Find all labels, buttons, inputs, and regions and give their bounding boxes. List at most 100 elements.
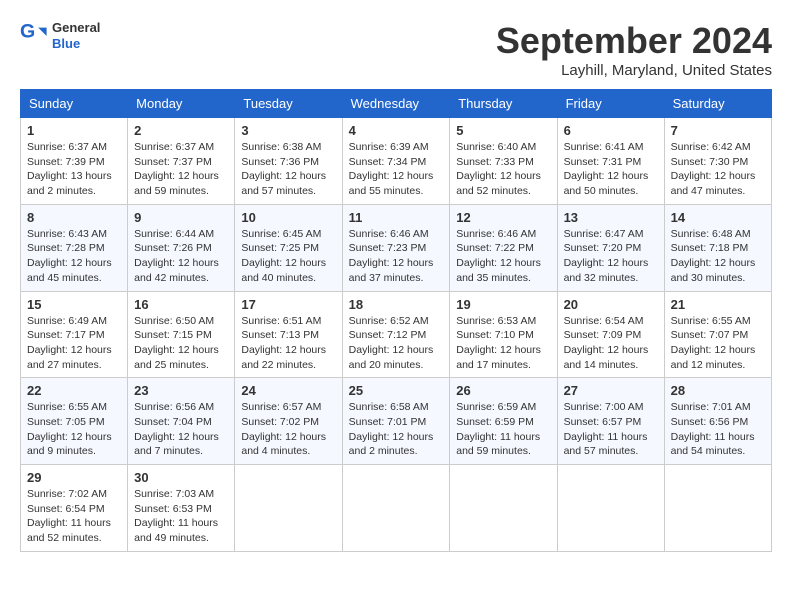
table-row: 1 Sunrise: 6:37 AMSunset: 7:39 PMDayligh…	[21, 118, 128, 205]
day-info: Sunrise: 7:02 AMSunset: 6:54 PMDaylight:…	[27, 487, 121, 546]
col-saturday: Saturday	[664, 90, 771, 118]
calendar-week-1: 1 Sunrise: 6:37 AMSunset: 7:39 PMDayligh…	[21, 118, 772, 205]
table-row: 8 Sunrise: 6:43 AMSunset: 7:28 PMDayligh…	[21, 204, 128, 291]
logo-blue: Blue	[52, 36, 100, 52]
table-row: 5 Sunrise: 6:40 AMSunset: 7:33 PMDayligh…	[450, 118, 557, 205]
day-info: Sunrise: 6:54 AMSunset: 7:09 PMDaylight:…	[564, 314, 658, 373]
col-sunday: Sunday	[21, 90, 128, 118]
table-row: 14 Sunrise: 6:48 AMSunset: 7:18 PMDaylig…	[664, 204, 771, 291]
month-title: September 2024	[496, 20, 772, 62]
day-info: Sunrise: 6:44 AMSunset: 7:26 PMDaylight:…	[134, 227, 228, 286]
table-row	[664, 465, 771, 552]
table-row	[450, 465, 557, 552]
day-number: 1	[27, 123, 121, 138]
table-row: 30 Sunrise: 7:03 AMSunset: 6:53 PMDaylig…	[128, 465, 235, 552]
col-friday: Friday	[557, 90, 664, 118]
day-number: 4	[349, 123, 444, 138]
day-info: Sunrise: 6:53 AMSunset: 7:10 PMDaylight:…	[456, 314, 550, 373]
table-row: 10 Sunrise: 6:45 AMSunset: 7:25 PMDaylig…	[235, 204, 342, 291]
table-row: 13 Sunrise: 6:47 AMSunset: 7:20 PMDaylig…	[557, 204, 664, 291]
table-row: 29 Sunrise: 7:02 AMSunset: 6:54 PMDaylig…	[21, 465, 128, 552]
table-row: 16 Sunrise: 6:50 AMSunset: 7:15 PMDaylig…	[128, 291, 235, 378]
day-info: Sunrise: 6:55 AMSunset: 7:07 PMDaylight:…	[671, 314, 765, 373]
day-number: 18	[349, 297, 444, 312]
day-info: Sunrise: 6:55 AMSunset: 7:05 PMDaylight:…	[27, 400, 121, 459]
day-number: 30	[134, 470, 228, 485]
logo-general: General	[52, 20, 100, 36]
day-info: Sunrise: 6:37 AMSunset: 7:37 PMDaylight:…	[134, 140, 228, 199]
day-info: Sunrise: 6:50 AMSunset: 7:15 PMDaylight:…	[134, 314, 228, 373]
day-number: 21	[671, 297, 765, 312]
day-info: Sunrise: 6:52 AMSunset: 7:12 PMDaylight:…	[349, 314, 444, 373]
day-number: 15	[27, 297, 121, 312]
col-thursday: Thursday	[450, 90, 557, 118]
day-number: 22	[27, 383, 121, 398]
logo: G General Blue	[20, 20, 100, 51]
day-number: 7	[671, 123, 765, 138]
day-info: Sunrise: 6:58 AMSunset: 7:01 PMDaylight:…	[349, 400, 444, 459]
day-info: Sunrise: 6:37 AMSunset: 7:39 PMDaylight:…	[27, 140, 121, 199]
day-number: 23	[134, 383, 228, 398]
logo-icon: G	[20, 22, 48, 50]
day-number: 6	[564, 123, 658, 138]
day-info: Sunrise: 6:39 AMSunset: 7:34 PMDaylight:…	[349, 140, 444, 199]
svg-text:G: G	[20, 22, 35, 42]
calendar-week-3: 15 Sunrise: 6:49 AMSunset: 7:17 PMDaylig…	[21, 291, 772, 378]
day-number: 27	[564, 383, 658, 398]
calendar-table: Sunday Monday Tuesday Wednesday Thursday…	[20, 89, 772, 552]
table-row: 20 Sunrise: 6:54 AMSunset: 7:09 PMDaylig…	[557, 291, 664, 378]
day-info: Sunrise: 6:56 AMSunset: 7:04 PMDaylight:…	[134, 400, 228, 459]
day-info: Sunrise: 6:40 AMSunset: 7:33 PMDaylight:…	[456, 140, 550, 199]
title-area: September 2024 Layhill, Maryland, United…	[496, 20, 772, 79]
day-info: Sunrise: 6:51 AMSunset: 7:13 PMDaylight:…	[241, 314, 335, 373]
table-row: 28 Sunrise: 7:01 AMSunset: 6:56 PMDaylig…	[664, 378, 771, 465]
table-row: 17 Sunrise: 6:51 AMSunset: 7:13 PMDaylig…	[235, 291, 342, 378]
table-row: 11 Sunrise: 6:46 AMSunset: 7:23 PMDaylig…	[342, 204, 450, 291]
day-number: 11	[349, 210, 444, 225]
table-row: 27 Sunrise: 7:00 AMSunset: 6:57 PMDaylig…	[557, 378, 664, 465]
day-number: 8	[27, 210, 121, 225]
day-number: 9	[134, 210, 228, 225]
day-info: Sunrise: 6:46 AMSunset: 7:23 PMDaylight:…	[349, 227, 444, 286]
day-number: 19	[456, 297, 550, 312]
table-row	[342, 465, 450, 552]
col-monday: Monday	[128, 90, 235, 118]
day-info: Sunrise: 6:48 AMSunset: 7:18 PMDaylight:…	[671, 227, 765, 286]
logo-text: General Blue	[52, 20, 100, 51]
day-number: 24	[241, 383, 335, 398]
table-row: 2 Sunrise: 6:37 AMSunset: 7:37 PMDayligh…	[128, 118, 235, 205]
day-number: 28	[671, 383, 765, 398]
table-row: 18 Sunrise: 6:52 AMSunset: 7:12 PMDaylig…	[342, 291, 450, 378]
table-row: 4 Sunrise: 6:39 AMSunset: 7:34 PMDayligh…	[342, 118, 450, 205]
day-info: Sunrise: 7:03 AMSunset: 6:53 PMDaylight:…	[134, 487, 228, 546]
day-number: 12	[456, 210, 550, 225]
table-row	[557, 465, 664, 552]
col-tuesday: Tuesday	[235, 90, 342, 118]
day-number: 29	[27, 470, 121, 485]
day-info: Sunrise: 6:45 AMSunset: 7:25 PMDaylight:…	[241, 227, 335, 286]
day-info: Sunrise: 7:00 AMSunset: 6:57 PMDaylight:…	[564, 400, 658, 459]
day-info: Sunrise: 6:41 AMSunset: 7:31 PMDaylight:…	[564, 140, 658, 199]
table-row: 26 Sunrise: 6:59 AMSunset: 6:59 PMDaylig…	[450, 378, 557, 465]
day-number: 16	[134, 297, 228, 312]
table-row: 25 Sunrise: 6:58 AMSunset: 7:01 PMDaylig…	[342, 378, 450, 465]
calendar-header-row: Sunday Monday Tuesday Wednesday Thursday…	[21, 90, 772, 118]
day-number: 5	[456, 123, 550, 138]
calendar-week-2: 8 Sunrise: 6:43 AMSunset: 7:28 PMDayligh…	[21, 204, 772, 291]
table-row: 21 Sunrise: 6:55 AMSunset: 7:07 PMDaylig…	[664, 291, 771, 378]
table-row: 6 Sunrise: 6:41 AMSunset: 7:31 PMDayligh…	[557, 118, 664, 205]
table-row: 15 Sunrise: 6:49 AMSunset: 7:17 PMDaylig…	[21, 291, 128, 378]
table-row: 12 Sunrise: 6:46 AMSunset: 7:22 PMDaylig…	[450, 204, 557, 291]
col-wednesday: Wednesday	[342, 90, 450, 118]
table-row: 22 Sunrise: 6:55 AMSunset: 7:05 PMDaylig…	[21, 378, 128, 465]
day-number: 3	[241, 123, 335, 138]
calendar-week-4: 22 Sunrise: 6:55 AMSunset: 7:05 PMDaylig…	[21, 378, 772, 465]
table-row: 3 Sunrise: 6:38 AMSunset: 7:36 PMDayligh…	[235, 118, 342, 205]
page-header: G General Blue September 2024 Layhill, M…	[20, 20, 772, 79]
day-info: Sunrise: 6:57 AMSunset: 7:02 PMDaylight:…	[241, 400, 335, 459]
day-number: 13	[564, 210, 658, 225]
day-info: Sunrise: 6:47 AMSunset: 7:20 PMDaylight:…	[564, 227, 658, 286]
day-number: 26	[456, 383, 550, 398]
day-number: 2	[134, 123, 228, 138]
day-number: 10	[241, 210, 335, 225]
